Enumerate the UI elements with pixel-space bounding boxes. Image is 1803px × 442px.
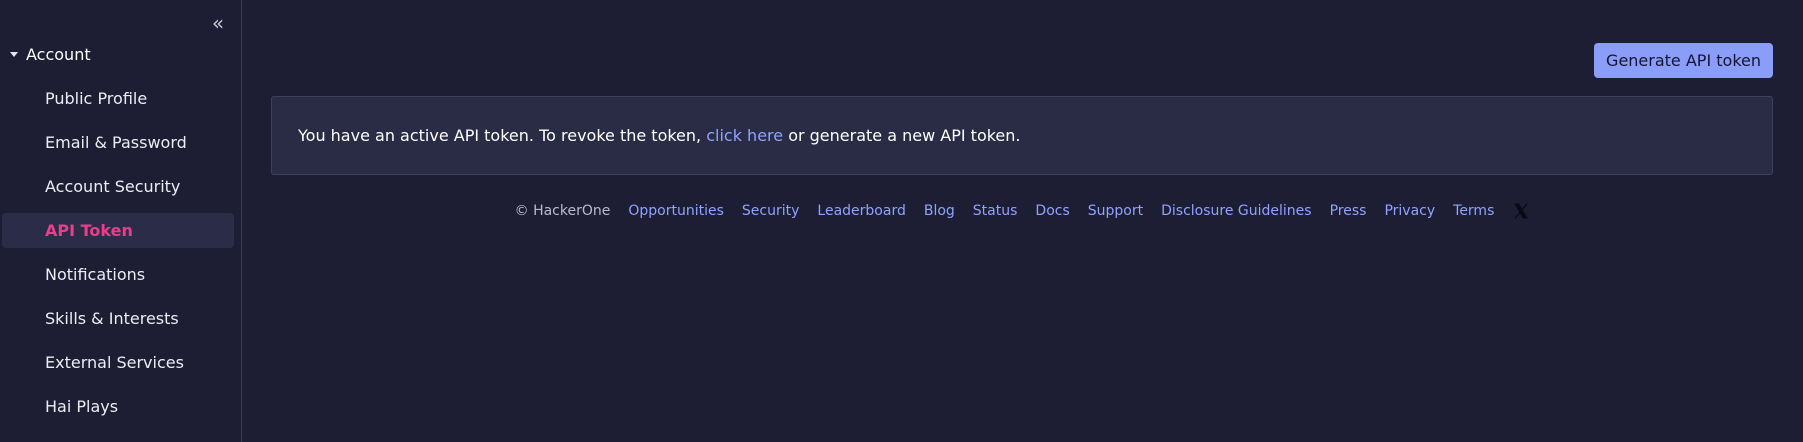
generate-api-token-button[interactable]: Generate API token — [1594, 43, 1773, 78]
account-section-label: Account — [26, 45, 91, 64]
account-nav: Public Profile Email & Password Account … — [0, 81, 241, 433]
sidebar-item-notifications[interactable]: Notifications — [0, 257, 241, 292]
sidebar-item-external-services[interactable]: External Services — [0, 345, 241, 380]
account-section-toggle[interactable]: Account — [10, 45, 91, 64]
footer-link-docs[interactable]: Docs — [1035, 203, 1069, 219]
footer-link-press[interactable]: Press — [1330, 203, 1367, 219]
banner-text: You have an active API token. To revoke … — [298, 126, 1021, 145]
revoke-token-link[interactable]: click here — [706, 126, 783, 145]
api-token-banner: You have an active API token. To revoke … — [271, 96, 1773, 175]
sidebar-item-api-token[interactable]: API Token — [2, 213, 234, 248]
footer-link-privacy[interactable]: Privacy — [1384, 203, 1435, 219]
footer-link-security[interactable]: Security — [742, 203, 800, 219]
banner-text-after: or generate a new API token. — [783, 126, 1021, 145]
sidebar: « Account Public Profile Email & Passwor… — [0, 0, 242, 442]
app-layout: « Account Public Profile Email & Passwor… — [0, 0, 1803, 442]
collapse-sidebar-icon[interactable]: « — [208, 10, 228, 36]
footer-copyright: © HackerOne — [514, 203, 611, 219]
x-twitter-icon[interactable] — [1512, 202, 1530, 220]
footer: © HackerOne Opportunities Security Leade… — [242, 202, 1803, 220]
footer-link-status[interactable]: Status — [973, 203, 1018, 219]
main-content: Generate API token You have an active AP… — [242, 0, 1803, 442]
footer-link-support[interactable]: Support — [1088, 203, 1143, 219]
sidebar-item-skills-interests[interactable]: Skills & Interests — [0, 301, 241, 336]
footer-link-opportunities[interactable]: Opportunities — [628, 203, 724, 219]
banner-text-before: You have an active API token. To revoke … — [298, 126, 707, 145]
sidebar-item-email-password[interactable]: Email & Password — [0, 125, 241, 160]
footer-link-leaderboard[interactable]: Leaderboard — [817, 203, 905, 219]
footer-link-blog[interactable]: Blog — [924, 203, 955, 219]
sidebar-item-account-security[interactable]: Account Security — [0, 169, 241, 204]
footer-link-terms[interactable]: Terms — [1453, 203, 1494, 219]
caret-down-icon — [10, 52, 18, 57]
sidebar-item-hai-plays[interactable]: Hai Plays — [0, 389, 241, 424]
footer-link-disclosure-guidelines[interactable]: Disclosure Guidelines — [1161, 203, 1311, 219]
sidebar-item-public-profile[interactable]: Public Profile — [0, 81, 241, 116]
